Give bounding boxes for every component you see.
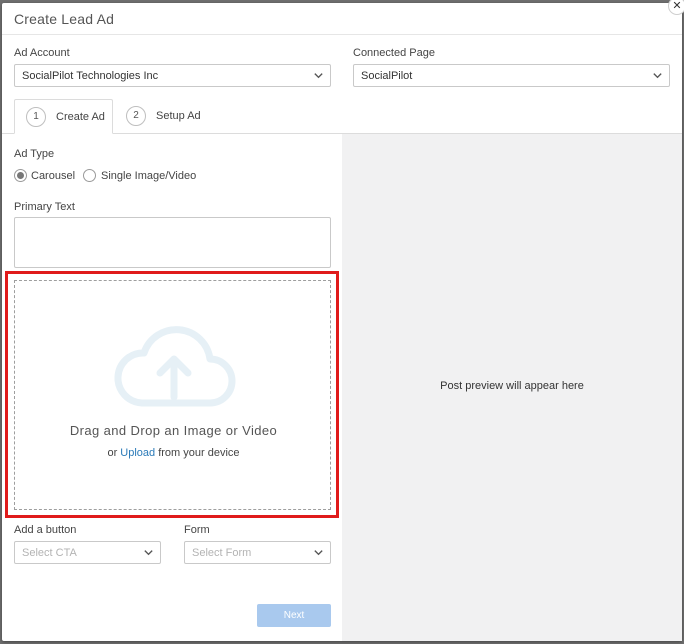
- carousel-radio[interactable]: [14, 169, 27, 182]
- connected-page-value: SocialPilot: [361, 70, 413, 82]
- chevron-down-icon: [653, 73, 662, 79]
- modal-title: Create Lead Ad: [14, 11, 115, 27]
- form-placeholder: Select Form: [192, 547, 252, 559]
- step-number: 1: [26, 107, 46, 127]
- post-preview-placeholder: Post preview will appear here: [440, 380, 584, 392]
- connected-page-select[interactable]: SocialPilot: [353, 64, 670, 87]
- next-button[interactable]: Next: [257, 604, 331, 627]
- step-number: 2: [126, 106, 146, 126]
- form-select[interactable]: Select Form: [184, 541, 331, 564]
- create-lead-ad-modal: ✕ Create Lead Ad Ad Account SocialPilot …: [2, 0, 684, 641]
- single-image-video-radio-label[interactable]: Single Image/Video: [101, 170, 196, 182]
- single-image-video-radio[interactable]: [83, 169, 96, 182]
- cta-select[interactable]: Select CTA: [14, 541, 161, 564]
- tab-label: Create Ad: [56, 111, 105, 123]
- connected-page-label: Connected Page: [353, 47, 435, 59]
- dropzone-subtitle: or Upload from your device: [15, 447, 332, 459]
- form-label: Form: [184, 524, 210, 536]
- chevron-down-icon: [144, 550, 153, 556]
- chevron-down-icon: [314, 550, 323, 556]
- dropzone-sub-suffix: from your device: [155, 447, 240, 459]
- carousel-radio-label[interactable]: Carousel: [31, 170, 75, 182]
- cta-placeholder: Select CTA: [22, 547, 77, 559]
- upload-link[interactable]: Upload: [120, 447, 155, 459]
- tab-label: Setup Ad: [156, 110, 201, 122]
- primary-text-label: Primary Text: [14, 201, 75, 213]
- tab-create-ad[interactable]: 1 Create Ad: [14, 99, 113, 134]
- dropzone-sub-prefix: or: [107, 447, 121, 459]
- media-dropzone[interactable]: Drag and Drop an Image or Video or Uploa…: [14, 280, 331, 510]
- post-preview-panel: Post preview will appear here: [342, 134, 682, 641]
- add-button-label: Add a button: [14, 524, 77, 536]
- ad-account-label: Ad Account: [14, 47, 70, 59]
- ad-type-label: Ad Type: [14, 148, 55, 160]
- primary-text-input[interactable]: [14, 217, 331, 268]
- ad-account-value: SocialPilot Technologies Inc: [22, 70, 159, 82]
- cloud-upload-icon: [114, 326, 236, 407]
- ad-account-select[interactable]: SocialPilot Technologies Inc: [14, 64, 331, 87]
- chevron-down-icon: [314, 73, 323, 79]
- modal-header: Create Lead Ad: [2, 3, 682, 35]
- tab-setup-ad[interactable]: 2 Setup Ad: [115, 99, 205, 134]
- dropzone-title: Drag and Drop an Image or Video: [69, 423, 278, 438]
